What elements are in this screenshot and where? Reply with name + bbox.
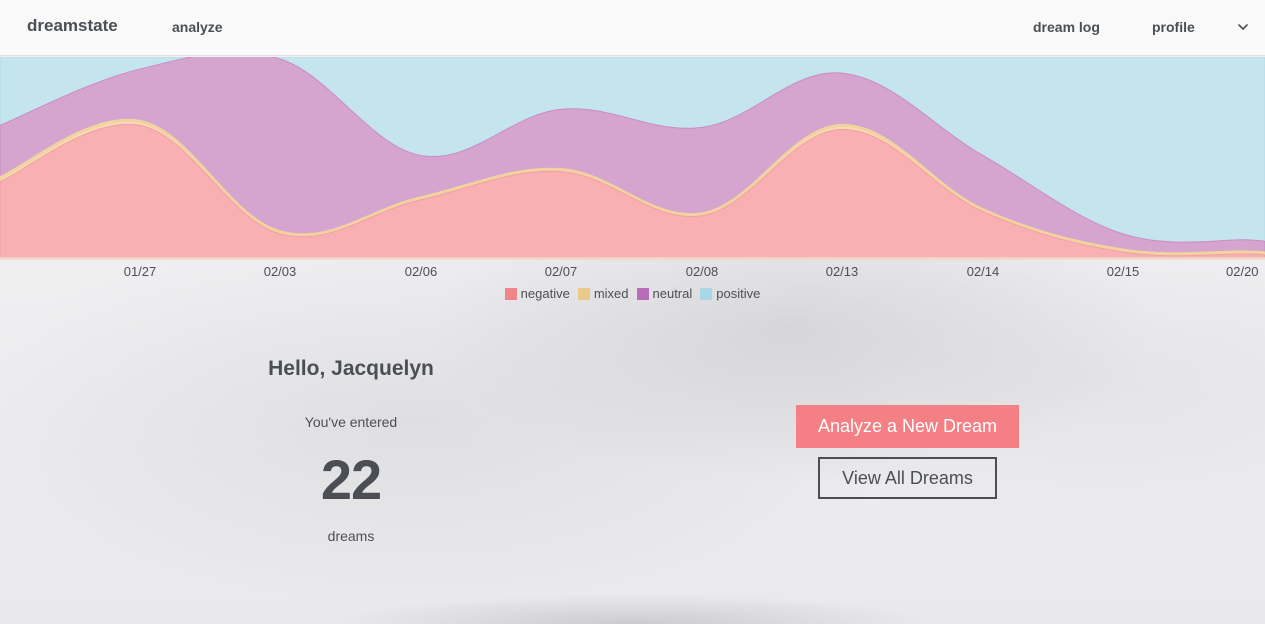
x-tick-label: 02/15 (1107, 264, 1140, 279)
navbar: dreamstate analyze dream log profile (0, 0, 1265, 56)
legend-neutral: neutral (636, 286, 693, 301)
legend-label: neutral (652, 286, 693, 301)
nav-analyze[interactable]: analyze (172, 19, 223, 35)
dreams-label: dreams (327, 528, 375, 544)
x-tick-label: 02/14 (967, 264, 1000, 279)
stacked-area-chart: 01/27 02/03 02/06 02/07 02/08 02/13 02/14 02/15… (0, 51, 1265, 279)
greeting-heading: Hello, Jacquelyn (268, 357, 434, 380)
legend-mixed: mixed (577, 286, 629, 301)
chevron-down-icon[interactable] (1236, 20, 1250, 34)
nav-dream-log[interactable]: dream log (1033, 19, 1100, 35)
legend-swatch (577, 287, 590, 300)
background-shadow (330, 594, 935, 624)
legend-negative: negative (504, 286, 570, 301)
x-tick-label: 02/13 (826, 264, 859, 279)
x-tick-label: 02/08 (686, 264, 719, 279)
legend-label: mixed (593, 286, 629, 301)
x-tick-label: 02/07 (545, 264, 578, 279)
entered-label: You've entered (304, 414, 398, 430)
brand-logo[interactable]: dreamstate (27, 16, 118, 36)
x-tick-label: 01/27 (124, 264, 157, 279)
chart-legend: negative mixed neutral positive (0, 286, 1265, 301)
legend-swatch (636, 287, 649, 300)
nav-profile[interactable]: profile (1152, 19, 1195, 35)
dream-sentiment-chart: 01/27 02/03 02/06 02/07 02/08 02/13 02/14 02/15… (0, 51, 1265, 307)
legend-swatch (700, 287, 713, 300)
x-tick-label: 02/20 (1226, 264, 1259, 279)
legend-label: negative (520, 286, 570, 301)
legend-swatch (504, 287, 517, 300)
analyze-new-dream-button[interactable]: Analyze a New Dream (796, 405, 1019, 448)
dream-count: 22 (320, 448, 382, 511)
legend-label: positive (716, 286, 761, 301)
x-tick-label: 02/06 (405, 264, 438, 279)
x-tick-label: 02/03 (264, 264, 297, 279)
legend-positive: positive (700, 286, 760, 301)
view-all-dreams-button[interactable]: View All Dreams (818, 457, 997, 499)
